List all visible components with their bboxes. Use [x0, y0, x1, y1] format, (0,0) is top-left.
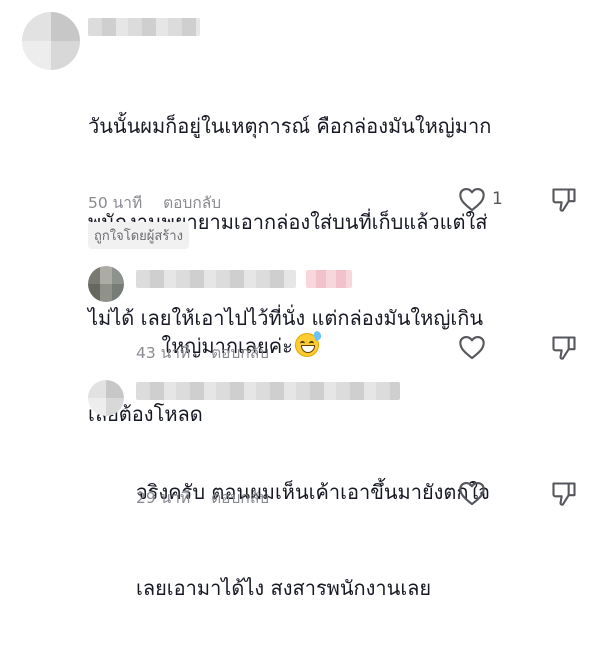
reply-button[interactable]: ตอบกลับ	[211, 340, 269, 365]
comment-meta: 50 นาที ตอบกลับ	[88, 190, 221, 215]
dislike-button[interactable]	[550, 334, 578, 366]
comment-time: 29 นาที	[136, 489, 191, 507]
comment-text: จริงครับ ตอนผมเห็นเค้าเอาขึ้นมายังตกใจ เ…	[136, 480, 491, 600]
like-button[interactable]: 1	[458, 186, 503, 212]
heart-outline-icon	[459, 188, 485, 212]
dislike-button[interactable]	[550, 186, 578, 218]
heart-outline-icon	[459, 482, 485, 506]
heart-outline-icon	[459, 336, 485, 360]
like-button[interactable]	[458, 480, 486, 506]
thumbs-down-outline-icon	[552, 188, 576, 212]
comment-3: จริงครับ ตอนผมเห็นเค้าเอาขึ้นมายังตกใจ เ…	[0, 370, 600, 600]
comment-meta: 29 นาที ตอบกลับ	[136, 485, 269, 510]
commenter-username-blurred[interactable]	[88, 18, 200, 36]
commenter-username-blurred[interactable]	[136, 270, 296, 288]
thumbs-down-outline-icon	[552, 482, 576, 506]
comment-meta: 43 นาที ตอบกลับ	[136, 340, 269, 365]
comment-time: 50 นาที	[88, 194, 143, 212]
comment-time: 43 นาที	[136, 344, 191, 362]
commenter-username-blurred[interactable]	[136, 382, 400, 400]
reply-button[interactable]: ตอบกลับ	[163, 190, 221, 215]
commenter-avatar[interactable]	[22, 12, 80, 70]
like-count: 1	[492, 189, 503, 209]
comment-1: วันนั้นผมก็อยู่ในเหตุการณ์ คือกล่องมันให…	[0, 0, 600, 426]
commenter-avatar[interactable]	[88, 380, 124, 416]
thumbs-down-outline-icon	[552, 336, 576, 360]
liked-by-creator-badge: ถูกใจโดยผู้สร้าง	[88, 222, 189, 249]
comment-2: ใหญ่มากเลยค่ะ 43 นาที ตอบกลับ	[0, 250, 600, 370]
reply-button[interactable]: ตอบกลับ	[211, 485, 269, 510]
grinning-sweat-emoji-icon	[294, 330, 323, 357]
commenter-avatar[interactable]	[88, 266, 124, 302]
like-button[interactable]	[458, 334, 486, 360]
commenter-username-blurred-part	[306, 270, 352, 288]
dislike-button[interactable]	[550, 480, 578, 512]
